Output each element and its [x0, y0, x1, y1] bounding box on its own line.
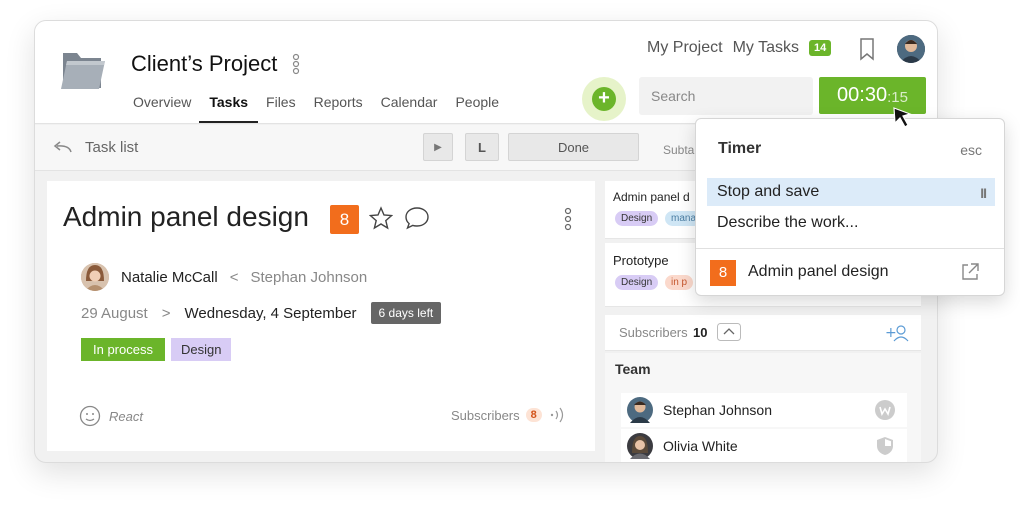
- member-name: Olivia White: [663, 438, 738, 454]
- assignee-name[interactable]: Natalie McCall: [121, 269, 218, 286]
- my-tasks-count-badge: 14: [808, 40, 832, 56]
- add-button[interactable]: +: [582, 77, 626, 121]
- project-tabs: Overview Tasks Files Reports Calendar Pe…: [133, 94, 499, 123]
- member-avatar: [627, 433, 653, 459]
- back-arrow-icon[interactable]: [51, 140, 73, 156]
- plus-icon: +: [592, 87, 616, 111]
- timer-seconds: :15: [887, 88, 908, 106]
- popup-task-name[interactable]: Admin panel design: [748, 263, 889, 281]
- play-icon: ▶: [434, 141, 442, 153]
- mouse-cursor-icon: [893, 107, 912, 128]
- signal-icon: [550, 407, 563, 423]
- tab-people[interactable]: People: [455, 94, 499, 110]
- team-member-row[interactable]: Olivia White: [621, 429, 907, 462]
- star-icon[interactable]: [369, 206, 393, 230]
- subtask-tag-progress: in p: [665, 275, 694, 290]
- done-button[interactable]: Done: [508, 133, 639, 161]
- assignee-avatar-image: [81, 263, 109, 291]
- task-title: Admin panel design: [63, 201, 309, 232]
- add-subscriber-icon[interactable]: +: [885, 322, 909, 344]
- subscribers-count-badge: 8: [525, 408, 542, 422]
- user-avatar-image: [897, 35, 925, 63]
- task-menu-icon[interactable]: [563, 207, 573, 231]
- due-date[interactable]: Wednesday, 4 September: [185, 305, 357, 322]
- project-header: Client’s Project Overview Tasks Files Re…: [35, 21, 937, 124]
- owner-role-icon: [875, 400, 895, 420]
- task-list-link[interactable]: Task list: [85, 139, 138, 156]
- subscribers-label: Subscribers: [451, 407, 520, 423]
- assign-separator: <: [229, 268, 239, 286]
- react-label: React: [109, 408, 143, 424]
- dates-row: 29 August > Wednesday, 4 September 6 day…: [81, 302, 442, 324]
- tab-tasks[interactable]: Tasks: [199, 94, 258, 123]
- task-card: Admin panel design 8 Natalie McCall < St…: [47, 181, 595, 451]
- task-number-badge: 8: [330, 205, 359, 234]
- member-name: Stephan Johnson: [663, 402, 772, 418]
- react-button[interactable]: React: [79, 405, 143, 427]
- timer-popup: Timer esc Stop and save II Describe the …: [695, 118, 1005, 296]
- status-tag[interactable]: In process: [81, 338, 165, 361]
- subscribers-count: 10: [693, 325, 708, 340]
- category-tag[interactable]: Design: [170, 338, 232, 361]
- subscribers-label: Subscribers: [619, 325, 688, 340]
- project-title: Client’s Project: [131, 51, 278, 76]
- done-label: Done: [557, 139, 590, 155]
- my-tasks-link[interactable]: My Tasks: [733, 39, 799, 57]
- task-tags: In process Design: [81, 338, 232, 361]
- team-member-row[interactable]: Stephan Johnson: [621, 393, 907, 427]
- external-link-icon[interactable]: [960, 262, 980, 282]
- l-button[interactable]: L: [465, 133, 499, 161]
- bookmark-icon[interactable]: [859, 37, 875, 61]
- subtask-tag-design: Design: [615, 211, 659, 226]
- pause-icon[interactable]: II: [980, 185, 987, 201]
- subtask-name: Prototype: [613, 253, 669, 268]
- tab-calendar[interactable]: Calendar: [381, 94, 438, 110]
- days-left-badge: 6 days left: [370, 302, 442, 324]
- stop-and-save-item[interactable]: Stop and save: [707, 178, 995, 206]
- tab-overview[interactable]: Overview: [133, 94, 191, 110]
- timer-main: 00:30: [837, 84, 888, 106]
- l-label: L: [478, 139, 486, 155]
- assignment-row: Natalie McCall < Stephan Johnson: [81, 263, 367, 291]
- describe-work-item[interactable]: Describe the work...: [717, 214, 858, 232]
- team-title: Team: [615, 361, 651, 377]
- tab-reports[interactable]: Reports: [314, 94, 363, 110]
- comment-icon[interactable]: [404, 206, 430, 230]
- user-avatar[interactable]: [897, 35, 925, 63]
- collapse-icon[interactable]: [717, 323, 741, 341]
- svg-text:+: +: [885, 325, 897, 341]
- more-options-icon[interactable]: [291, 53, 301, 75]
- subtask-tag-design: Design: [615, 275, 659, 290]
- top-links: My Project My Tasks 14: [647, 39, 832, 57]
- smiley-icon: [79, 405, 101, 427]
- assignee-avatar[interactable]: [81, 263, 109, 291]
- assigner-name[interactable]: Stephan Johnson: [250, 269, 367, 286]
- subscribers-bar: Subscribers 10 +: [605, 315, 921, 351]
- popup-divider: [696, 248, 1004, 249]
- tab-files[interactable]: Files: [266, 94, 296, 110]
- my-project-link[interactable]: My Project: [647, 39, 723, 57]
- member-avatar: [627, 397, 653, 423]
- team-panel: Team Stephan Johnson Olivia White: [605, 353, 921, 462]
- folder-icon: [61, 53, 105, 89]
- stop-and-save-label: Stop and save: [717, 183, 820, 200]
- popup-task-number: 8: [710, 260, 736, 286]
- date-separator: >: [161, 304, 171, 322]
- shield-icon: [877, 437, 893, 455]
- esc-close[interactable]: esc: [960, 142, 982, 158]
- subtasks-label: Subta: [663, 143, 695, 157]
- start-date[interactable]: 29 August: [81, 305, 148, 322]
- subtask-name: Admin panel d: [613, 190, 690, 204]
- play-button[interactable]: ▶: [423, 133, 453, 161]
- timer-popup-title: Timer: [718, 140, 762, 157]
- subscribers-button[interactable]: Subscribers 8: [451, 407, 568, 423]
- search-input[interactable]: [639, 77, 813, 115]
